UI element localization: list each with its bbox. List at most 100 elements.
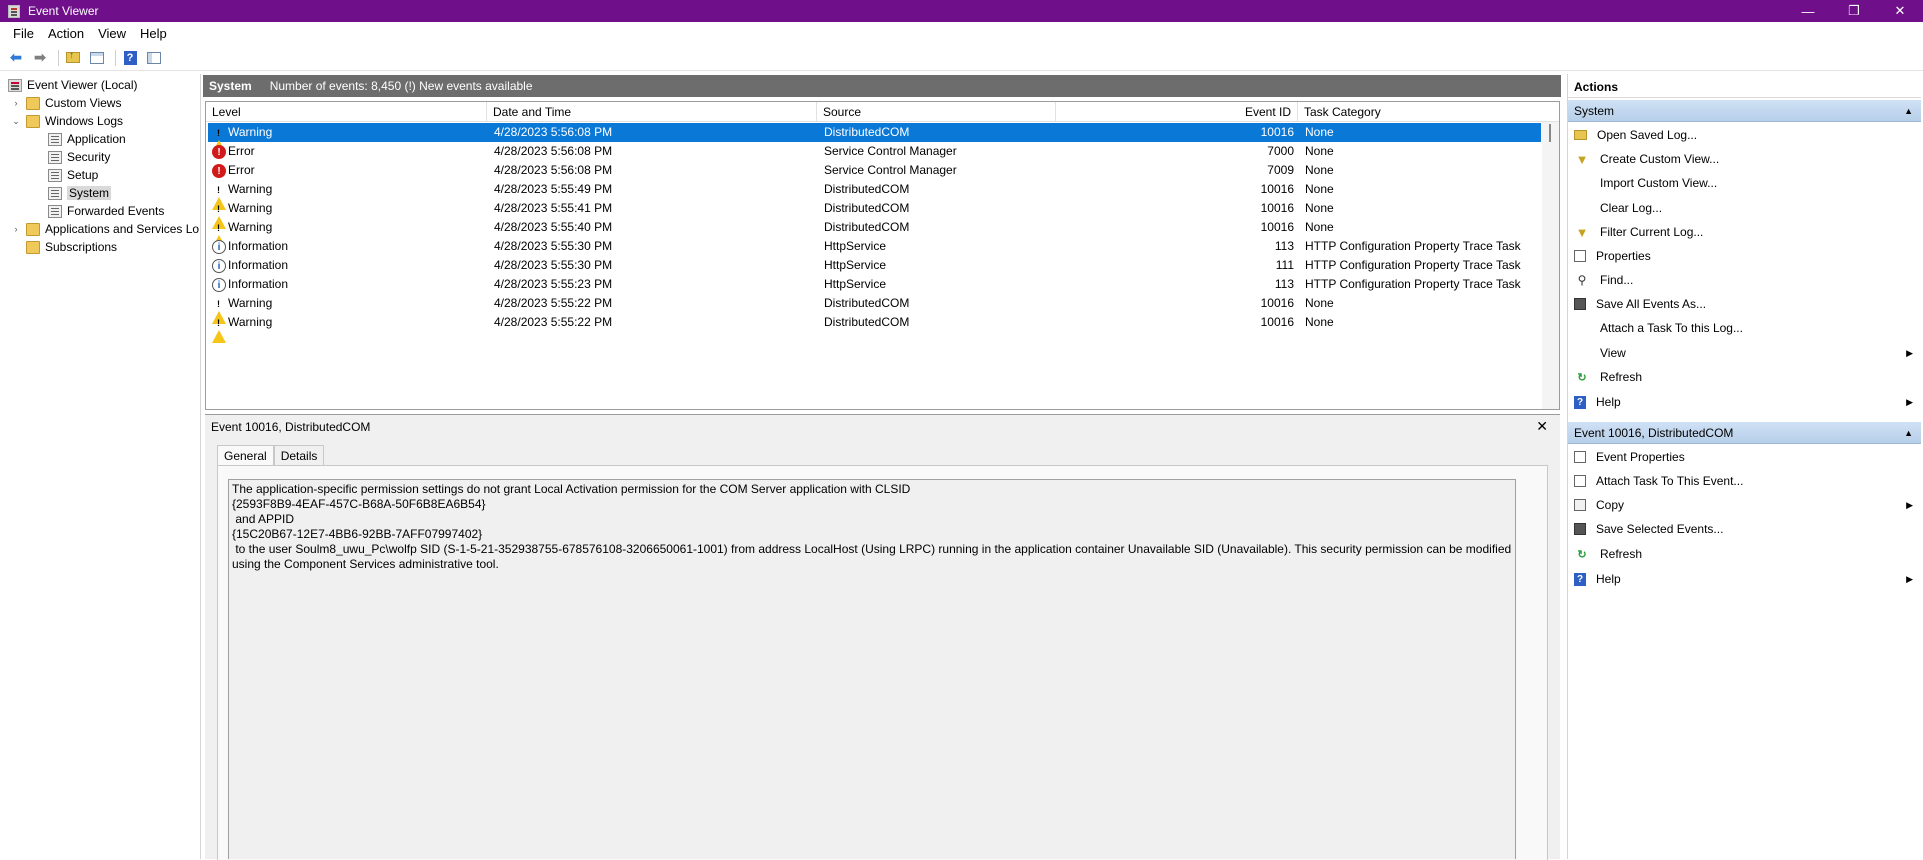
- up-one-level-button[interactable]: [63, 48, 83, 68]
- tree-log-security[interactable]: Security: [48, 148, 110, 166]
- action-refresh[interactable]: ↻ Refresh: [1568, 367, 1921, 387]
- action-label: Open Saved Log...: [1597, 128, 1698, 142]
- console-tree: Event Viewer (Local) › Custom Views ⌄ Wi…: [0, 74, 201, 859]
- column-source[interactable]: Source: [817, 102, 1056, 122]
- chevron-right-icon[interactable]: ›: [10, 224, 22, 234]
- tree-root[interactable]: Event Viewer (Local): [8, 76, 138, 94]
- event-row[interactable]: Warning 4/28/2023 5:55:22 PM DistributedCO…: [208, 313, 1541, 343]
- cell-source: Service Control Manager: [824, 144, 957, 158]
- action-properties[interactable]: Properties: [1568, 246, 1921, 266]
- action-save-selected-events[interactable]: Save Selected Events...: [1568, 519, 1921, 539]
- tree-log-system[interactable]: System: [48, 184, 112, 202]
- action-find[interactable]: ⚲ Find...: [1568, 270, 1921, 290]
- action-copy[interactable]: Copy ▶: [1568, 495, 1921, 515]
- cell-date-time: 4/28/2023 5:56:08 PM: [494, 163, 613, 177]
- event-row[interactable]: i Information 4/28/2023 5:55:30 PM HttpServ…: [208, 237, 1541, 256]
- chevron-down-icon[interactable]: ⌄: [10, 116, 22, 127]
- toolbar-separator: [58, 49, 59, 66]
- column-event-id[interactable]: Event ID: [1056, 102, 1298, 122]
- action-view[interactable]: View ▶: [1568, 343, 1921, 363]
- cell-event-id: 111: [1275, 258, 1294, 272]
- action-attach-task-to-this-event[interactable]: Attach Task To This Event...: [1568, 471, 1921, 491]
- menu-action[interactable]: Action: [41, 26, 91, 41]
- actions-title: Actions: [1568, 76, 1921, 98]
- event-row[interactable]: ! Error 4/28/2023 5:56:08 PM Service Contro…: [208, 142, 1541, 161]
- event-row[interactable]: i Information 4/28/2023 5:55:23 PM HttpServ…: [208, 275, 1541, 294]
- event-row[interactable]: Warning 4/28/2023 5:55:49 PM DistributedCO…: [208, 180, 1541, 210]
- close-detail-icon[interactable]: ✕: [1536, 418, 1548, 435]
- column-date-time[interactable]: Date and Time: [487, 102, 817, 122]
- level-icon: i: [212, 259, 226, 273]
- warning-icon: [212, 316, 226, 343]
- column-task-category[interactable]: Task Category: [1298, 102, 1558, 122]
- tab-details[interactable]: Details: [273, 445, 325, 465]
- action-open-saved-log[interactable]: Open Saved Log...: [1568, 125, 1921, 145]
- cell-task-category: None: [1305, 144, 1334, 158]
- help-icon: ?: [1574, 395, 1586, 409]
- cell-task-category: None: [1305, 163, 1334, 177]
- action-attach-a-task-to-this-log[interactable]: Attach a Task To this Log...: [1568, 318, 1921, 338]
- blank-icon: [1574, 201, 1590, 215]
- tree-windows-logs[interactable]: ⌄ Windows Logs: [10, 112, 123, 130]
- back-arrow-icon: ⬅: [10, 49, 22, 65]
- action-event-properties[interactable]: Event Properties: [1568, 447, 1921, 467]
- minimize-button[interactable]: —: [1785, 0, 1831, 22]
- action-import-custom-view[interactable]: Import Custom View...: [1568, 173, 1921, 193]
- event-row[interactable]: Warning 4/28/2023 5:55:41 PM DistributedCO…: [208, 199, 1541, 229]
- event-row[interactable]: Warning 4/28/2023 5:56:08 PM DistributedCO…: [208, 123, 1541, 153]
- level-icon: [212, 316, 226, 343]
- chevron-right-icon[interactable]: ›: [10, 98, 22, 108]
- actions-section-event[interactable]: Event 10016, DistributedCOM ▲: [1568, 422, 1921, 444]
- tree-apps-services[interactable]: › Applications and Services Lo: [10, 220, 200, 238]
- scrollbar-thumb[interactable]: [1549, 124, 1551, 142]
- close-window-button[interactable]: ✕: [1877, 0, 1923, 22]
- column-level[interactable]: Level: [206, 102, 487, 122]
- actions-section-system[interactable]: System ▲: [1568, 100, 1921, 122]
- back-button[interactable]: ⬅: [6, 48, 26, 68]
- cell-level: Information: [228, 258, 289, 272]
- refresh-icon: ↻: [1577, 548, 1587, 561]
- event-row[interactable]: i Information 4/28/2023 5:55:30 PM HttpServ…: [208, 256, 1541, 275]
- menu-view[interactable]: View: [91, 26, 133, 41]
- menu-file[interactable]: File: [6, 26, 41, 41]
- event-list-scrollbar[interactable]: [1542, 122, 1559, 409]
- level-icon: !: [212, 145, 226, 159]
- tree-log-forwarded-events[interactable]: Forwarded Events: [48, 202, 164, 220]
- help-button[interactable]: ?: [120, 48, 140, 68]
- tree-log-application[interactable]: Application: [48, 130, 126, 148]
- open-log-icon: [1574, 130, 1587, 140]
- action-label: View: [1600, 346, 1626, 360]
- action-help[interactable]: ? Help ▶: [1568, 569, 1921, 589]
- menu-help[interactable]: Help: [133, 26, 174, 41]
- cell-event-id: 7000: [1267, 144, 1294, 158]
- event-description[interactable]: The application-specific permission sett…: [228, 479, 1516, 859]
- event-row[interactable]: Warning 4/28/2023 5:55:22 PM DistributedCO…: [208, 294, 1541, 324]
- collapse-icon[interactable]: ▲: [1904, 422, 1913, 444]
- error-icon: !: [212, 145, 226, 159]
- tree-custom-views[interactable]: › Custom Views: [10, 94, 122, 112]
- forward-button[interactable]: ➡: [30, 48, 50, 68]
- action-label: Refresh: [1600, 547, 1643, 561]
- action-refresh[interactable]: ↻ Refresh: [1568, 544, 1921, 564]
- action-create-custom-view[interactable]: ▼ Create Custom View...: [1568, 149, 1921, 169]
- folder-icon: [26, 222, 40, 236]
- event-row[interactable]: ! Error 4/28/2023 5:56:08 PM Service Contro…: [208, 161, 1541, 180]
- actions-section-label: System: [1574, 104, 1615, 118]
- action-clear-log[interactable]: Clear Log...: [1568, 198, 1921, 218]
- show-hide-action-pane-button[interactable]: [144, 48, 164, 68]
- level-icon: !: [212, 164, 226, 178]
- tab-general[interactable]: General: [217, 445, 274, 466]
- action-filter-current-log[interactable]: ▼ Filter Current Log...: [1568, 222, 1921, 242]
- collapse-icon[interactable]: ▲: [1904, 100, 1913, 122]
- show-hide-console-tree-button[interactable]: [87, 48, 107, 68]
- action-label: Save All Events As...: [1596, 297, 1707, 311]
- level-icon: [212, 183, 226, 210]
- event-row[interactable]: Warning 4/28/2023 5:55:40 PM DistributedCO…: [208, 218, 1541, 248]
- tree-log-setup[interactable]: Setup: [48, 166, 98, 184]
- cell-date-time: 4/28/2023 5:56:08 PM: [494, 125, 613, 139]
- action-help[interactable]: ? Help ▶: [1568, 392, 1921, 412]
- action-save-all-events-as[interactable]: Save All Events As...: [1568, 294, 1921, 314]
- cell-source: DistributedCOM: [824, 296, 910, 310]
- tree-subscriptions[interactable]: Subscriptions: [26, 238, 117, 256]
- restore-button[interactable]: ❐: [1831, 0, 1877, 22]
